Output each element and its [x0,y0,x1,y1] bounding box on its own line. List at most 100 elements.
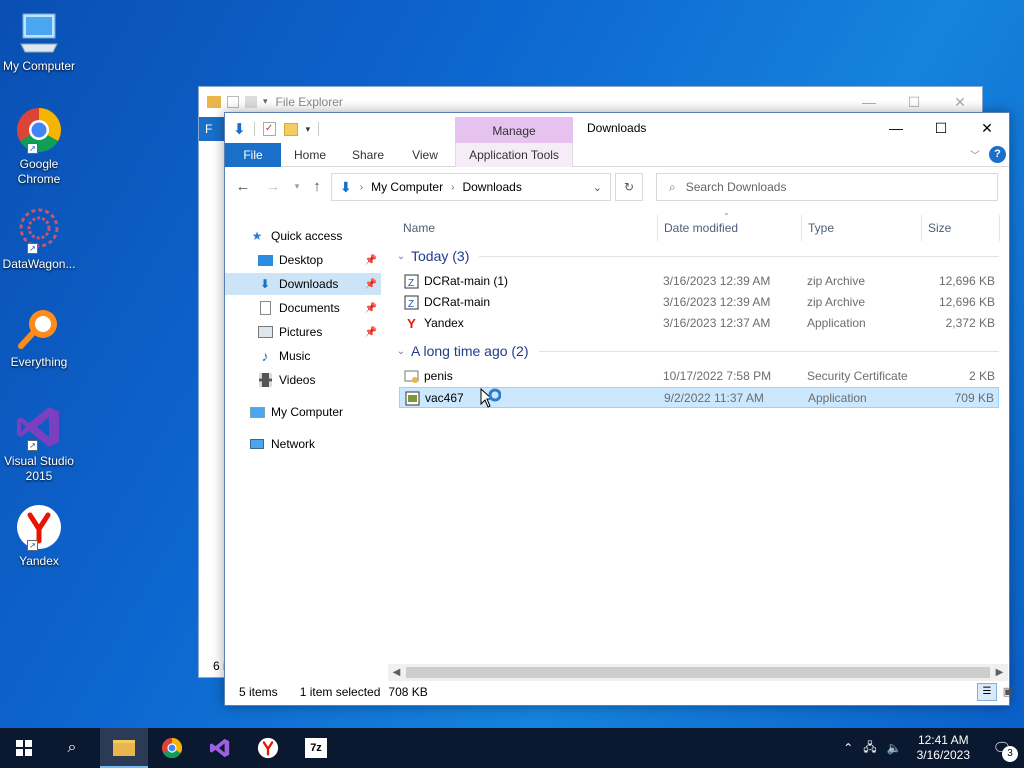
address-bar[interactable]: ⬇ › My Computer › Downloads ⌄ [331,173,611,201]
maximize-button[interactable]: ☐ [918,113,964,143]
desktop-icon-everything[interactable]: Everything [2,304,76,370]
svg-text:Z: Z [408,278,414,289]
desktop-icon-my-computer[interactable]: My Computer [2,8,76,74]
background-file-tab[interactable]: F [199,117,225,141]
properties-check-icon[interactable]: ✓ [262,122,276,136]
volume-icon[interactable]: 🔈 [887,741,902,755]
desktop-icon-google-chrome[interactable]: ↗ Google Chrome [2,106,76,187]
desktop-icon-datawagon[interactable]: ↗ DataWagon... [2,206,76,272]
nav-quick-access[interactable]: ★ Quick access [225,225,381,247]
tab-application-tools[interactable]: Application Tools [455,143,573,167]
nav-label: Music [279,349,311,363]
expand-ribbon-chevron-icon[interactable]: ﹀ [970,147,980,162]
column-header-date-modified[interactable]: Date modified [664,215,738,241]
tab-home[interactable]: Home [285,143,335,167]
column-separator[interactable] [921,215,922,241]
tab-file[interactable]: File [225,143,281,167]
recent-locations-chevron-icon[interactable]: ▾ [287,176,307,196]
tab-view[interactable]: View [401,143,449,167]
minimize-button[interactable]: — [873,113,919,143]
column-header-size[interactable]: Size [928,215,951,241]
nav-videos[interactable]: Videos [225,369,381,391]
network-icon [249,436,265,452]
column-header-name[interactable]: Name [403,215,435,241]
table-row[interactable]: penis 10/17/2022 7:58 PM Security Certif… [399,366,999,387]
file-explorer-window[interactable]: ⬇ ✓ ▾ Manage Downloads — ☐ ✕ File Home S… [224,112,1013,706]
nav-documents[interactable]: Documents 📌 [225,297,381,319]
up-arrow-icon[interactable]: ↑ [307,176,327,196]
nav-music[interactable]: ♪ Music [225,345,381,367]
refresh-button[interactable]: ↻ [615,173,643,201]
column-separator[interactable] [999,215,1000,241]
certificate-icon [404,369,419,384]
clock[interactable]: 12:41 AM 3/16/2023 [907,733,980,763]
details-view-icon[interactable]: ☰ [977,683,997,701]
breadcrumb-my-computer[interactable]: My Computer [371,180,443,194]
taskbar-visual-studio[interactable] [196,728,244,768]
taskbar-chrome[interactable] [148,728,196,768]
column-separator[interactable] [657,215,658,241]
collapse-chevron-icon[interactable]: ⌄ [393,251,409,262]
back-arrow-icon[interactable]: ← [233,176,253,196]
table-row[interactable]: Z DCRat-main 3/16/2023 12:39 AM zip Archi… [399,292,999,313]
pin-icon[interactable]: 📌 [365,303,377,314]
datawagon-icon: ↗ [15,206,63,254]
yandex-icon [257,737,279,759]
collapse-chevron-icon[interactable]: ⌄ [393,346,409,357]
notification-center-button[interactable]: 🗨 3 [980,728,1024,768]
download-arrow-icon[interactable]: ⬇ [233,120,246,138]
status-selected-count: 1 item selected [299,685,381,699]
nav-network[interactable]: Network [225,433,381,455]
taskbar-7zip[interactable]: 7z [292,728,340,768]
chevron-down-icon: ▾ [263,96,268,106]
clock-date: 3/16/2023 [916,748,970,762]
taskbar-file-explorer[interactable] [100,728,148,768]
file-date: 3/16/2023 12:37 AM [663,316,771,330]
file-name: vac467 [425,391,464,405]
star-icon: ★ [251,229,263,243]
desktop-icon-visual-studio[interactable]: ↗ Visual Studio 2015 [2,403,76,484]
new-folder-icon[interactable] [283,122,298,136]
address-dropdown-chevron-icon[interactable]: ⌄ [593,181,602,194]
pin-icon[interactable]: 📌 [365,327,377,338]
start-button[interactable] [0,728,48,768]
table-row[interactable]: Z DCRat-main (1) 3/16/2023 12:39 AM zip A… [399,271,999,292]
breadcrumb-downloads[interactable]: Downloads [462,180,521,194]
shortcut-arrow-icon: ↗ [27,440,38,451]
group-header-long-time-ago[interactable]: ⌄ A long time ago (2) [393,340,999,362]
nav-pictures[interactable]: Pictures 📌 [225,321,381,343]
nav-downloads[interactable]: ⬇ Downloads 📌 [225,273,381,295]
scrollbar-thumb[interactable] [406,667,990,678]
everything-search-icon [15,304,63,352]
nav-label: Desktop [279,253,324,267]
pin-icon[interactable]: 📌 [365,279,377,290]
search-icon: ⌕ [669,179,676,194]
manage-contextual-tab[interactable]: Manage [455,117,573,143]
group-header-today[interactable]: ⌄ Today (3) [393,245,999,267]
computer-icon [15,8,63,56]
network-icon[interactable]: 🖧 [863,738,876,759]
column-header-type[interactable]: Type [808,215,834,241]
search-button[interactable]: ⌕ [48,728,96,768]
taskbar-yandex[interactable] [244,728,292,768]
show-hidden-icons-chevron-icon[interactable]: ⌃ [843,741,853,755]
nav-desktop[interactable]: Desktop 📌 [225,249,381,271]
large-icons-view-icon[interactable]: ▣ [999,683,1017,701]
column-separator[interactable] [801,215,802,241]
tab-share[interactable]: Share [343,143,393,167]
search-input[interactable]: ⌕ Search Downloads [656,173,998,201]
customize-toolbar-chevron-icon[interactable]: ▾ [306,124,311,135]
file-type: Application [807,316,866,330]
background-quick-access-toolbar: ▾ [207,96,268,108]
nav-label: Quick access [271,229,343,243]
forward-arrow-icon[interactable]: → [263,176,283,196]
ribbon-tabs: File Home Share View Application Tools ﹀… [225,143,1009,167]
table-row[interactable]: Y Yandex 3/16/2023 12:37 AM Application 2… [399,313,999,334]
help-icon[interactable]: ? [989,146,1006,163]
nav-my-computer[interactable]: My Computer [225,401,381,423]
pin-icon[interactable]: 📌 [365,255,377,266]
desktop-icon [257,252,273,268]
nav-label: Network [271,437,316,451]
close-button[interactable]: ✕ [964,113,1010,143]
desktop-icon-yandex[interactable]: ↗ Yandex [2,503,76,569]
